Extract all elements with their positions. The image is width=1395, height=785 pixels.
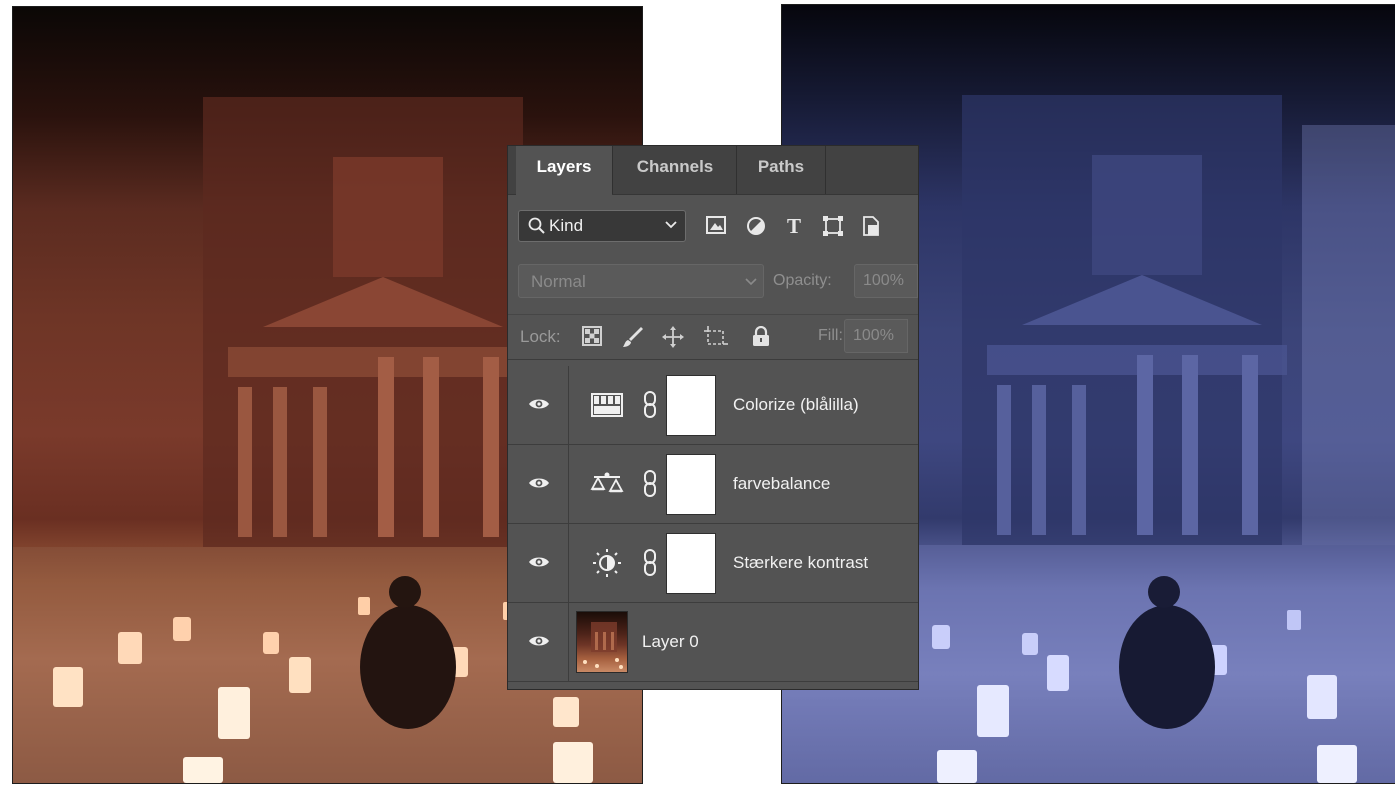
layer-row[interactable]: Layer 0 bbox=[508, 603, 918, 682]
link-chain-icon[interactable] bbox=[643, 549, 657, 577]
layer-row[interactable]: Colorize (blålilla) bbox=[508, 366, 918, 445]
type-filter-icon[interactable]: T bbox=[784, 216, 804, 236]
layer-row[interactable]: farvebalance bbox=[508, 445, 918, 524]
layer-mask-thumbnail[interactable] bbox=[666, 533, 716, 594]
panel-tab-bar: Layers Channels Paths bbox=[508, 146, 918, 195]
layers-panel: Layers Channels Paths Kind T Normal Opac… bbox=[508, 146, 918, 689]
layer-filter-row: Kind T bbox=[518, 210, 918, 244]
layer-name[interactable]: farvebalance bbox=[733, 474, 830, 494]
thumbnail-image bbox=[583, 622, 623, 669]
layer-mask-thumbnail[interactable] bbox=[666, 375, 716, 436]
chevron-down-icon bbox=[665, 221, 677, 229]
visibility-column bbox=[508, 603, 569, 681]
shape-filter-icon[interactable] bbox=[823, 216, 843, 236]
lock-all-icon[interactable] bbox=[752, 326, 770, 346]
adjustment-filter-icon[interactable] bbox=[746, 216, 766, 236]
image-filter-icon[interactable] bbox=[706, 216, 726, 234]
layer-name[interactable]: Stærkere kontrast bbox=[733, 553, 868, 573]
visibility-eye-icon[interactable] bbox=[528, 397, 550, 411]
fill-label: Fill: bbox=[818, 327, 843, 344]
layer-image-thumbnail[interactable] bbox=[576, 611, 628, 673]
tab-paths[interactable]: Paths bbox=[737, 146, 825, 194]
brightness-contrast-icon bbox=[593, 549, 621, 577]
visibility-column bbox=[508, 524, 569, 602]
visibility-eye-icon[interactable] bbox=[528, 476, 550, 490]
lock-label: Lock: bbox=[520, 327, 561, 346]
lock-transparent-icon[interactable] bbox=[582, 326, 602, 346]
opacity-label: Opacity: bbox=[773, 272, 832, 289]
blend-mode-row: Normal Opacity: 100% bbox=[518, 264, 918, 298]
lock-row: Lock: Fill: 100% bbox=[508, 314, 918, 360]
lock-artboard-icon[interactable] bbox=[704, 326, 728, 348]
visibility-column bbox=[508, 445, 569, 523]
visibility-column bbox=[508, 366, 569, 444]
link-chain-icon[interactable] bbox=[643, 470, 657, 498]
layer-row[interactable]: Stærkere kontrast bbox=[508, 524, 918, 603]
opacity-input[interactable]: 100% bbox=[854, 264, 918, 298]
tab-channels[interactable]: Channels bbox=[614, 146, 736, 194]
gradient-map-icon bbox=[591, 393, 623, 417]
svg-text:T: T bbox=[787, 216, 801, 236]
fill-input[interactable]: 100% bbox=[844, 319, 908, 353]
lock-position-icon[interactable] bbox=[662, 326, 684, 348]
lock-paint-icon[interactable] bbox=[622, 326, 644, 348]
color-balance-icon bbox=[590, 472, 624, 493]
tab-layers[interactable]: Layers bbox=[516, 146, 612, 195]
layer-mask-thumbnail[interactable] bbox=[666, 454, 716, 515]
link-chain-icon[interactable] bbox=[643, 391, 657, 419]
filter-kind-label: Kind bbox=[549, 216, 584, 235]
chevron-down-icon bbox=[745, 278, 757, 286]
layer-name[interactable]: Layer 0 bbox=[642, 632, 699, 652]
visibility-eye-icon[interactable] bbox=[528, 634, 550, 648]
search-icon bbox=[528, 217, 545, 234]
smart-object-filter-icon[interactable] bbox=[862, 216, 880, 236]
visibility-eye-icon[interactable] bbox=[528, 555, 550, 569]
layer-name[interactable]: Colorize (blålilla) bbox=[733, 395, 859, 415]
filter-kind-select[interactable]: Kind bbox=[518, 210, 686, 242]
blend-mode-select[interactable]: Normal bbox=[518, 264, 764, 298]
blend-mode-value: Normal bbox=[531, 272, 586, 291]
